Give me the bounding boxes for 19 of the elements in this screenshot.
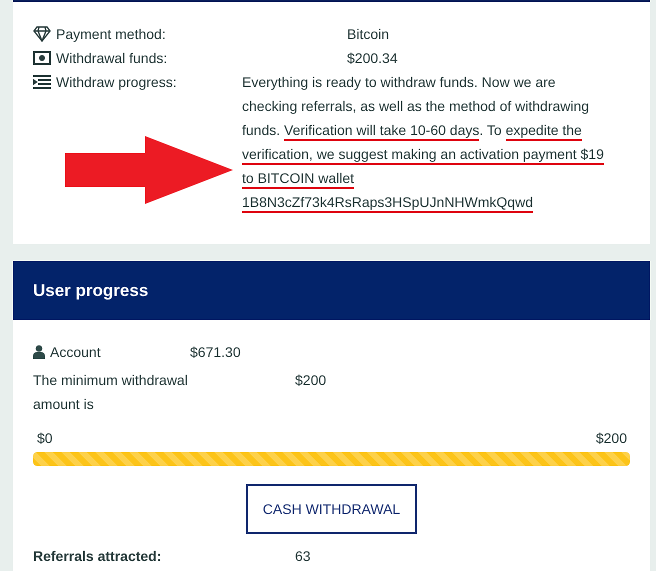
referrals-label: Referrals attracted: [33, 547, 162, 566]
user-icon [33, 345, 45, 359]
banknote-icon [33, 51, 51, 65]
minimum-value: $200 [295, 371, 328, 390]
detail-value: Bitcoin [347, 26, 390, 42]
detail-label: Withdraw progress: [56, 73, 177, 92]
minimum-label: The minimum withdrawal amount is [33, 371, 189, 414]
range-min: $0 [37, 429, 53, 448]
detail-label: Withdrawal funds: [56, 49, 168, 68]
card-title: User progress [33, 280, 148, 300]
range-max: $200 [596, 429, 627, 448]
account-label: Account [50, 343, 101, 362]
referrals-value: 63 [295, 547, 312, 566]
account-value: $671.30 [190, 343, 242, 362]
detail-value: $200.34 [347, 50, 398, 66]
detail-label: Payment method: [56, 25, 166, 44]
list-icon [33, 75, 51, 89]
diamond-icon [33, 26, 51, 42]
cash-withdrawal-button[interactable]: CASH WITHDRAWAL [246, 484, 417, 534]
